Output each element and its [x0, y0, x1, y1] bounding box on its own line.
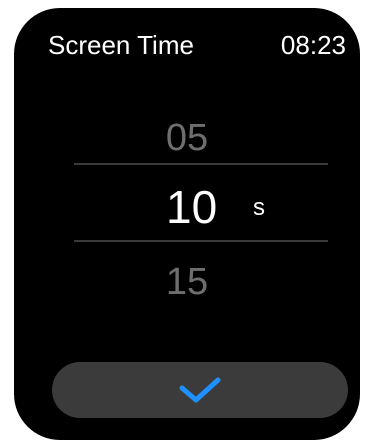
- selected-value: 10: [166, 181, 218, 233]
- picker-option-selected[interactable]: 10 s: [14, 178, 360, 236]
- picker-divider-bottom: [74, 240, 328, 242]
- picker-divider-top: [74, 163, 328, 165]
- picker-option-next[interactable]: 15: [14, 260, 360, 304]
- picker-option-previous[interactable]: 05: [14, 116, 360, 160]
- watch-screen: Screen Time 08:23 05 10 s 15: [14, 8, 360, 440]
- screen-title: Screen Time: [48, 30, 194, 60]
- checkmark-icon: [179, 377, 221, 403]
- clock-time: 08:23: [280, 30, 346, 60]
- confirm-button[interactable]: [52, 362, 348, 418]
- unit-label: s: [253, 194, 265, 221]
